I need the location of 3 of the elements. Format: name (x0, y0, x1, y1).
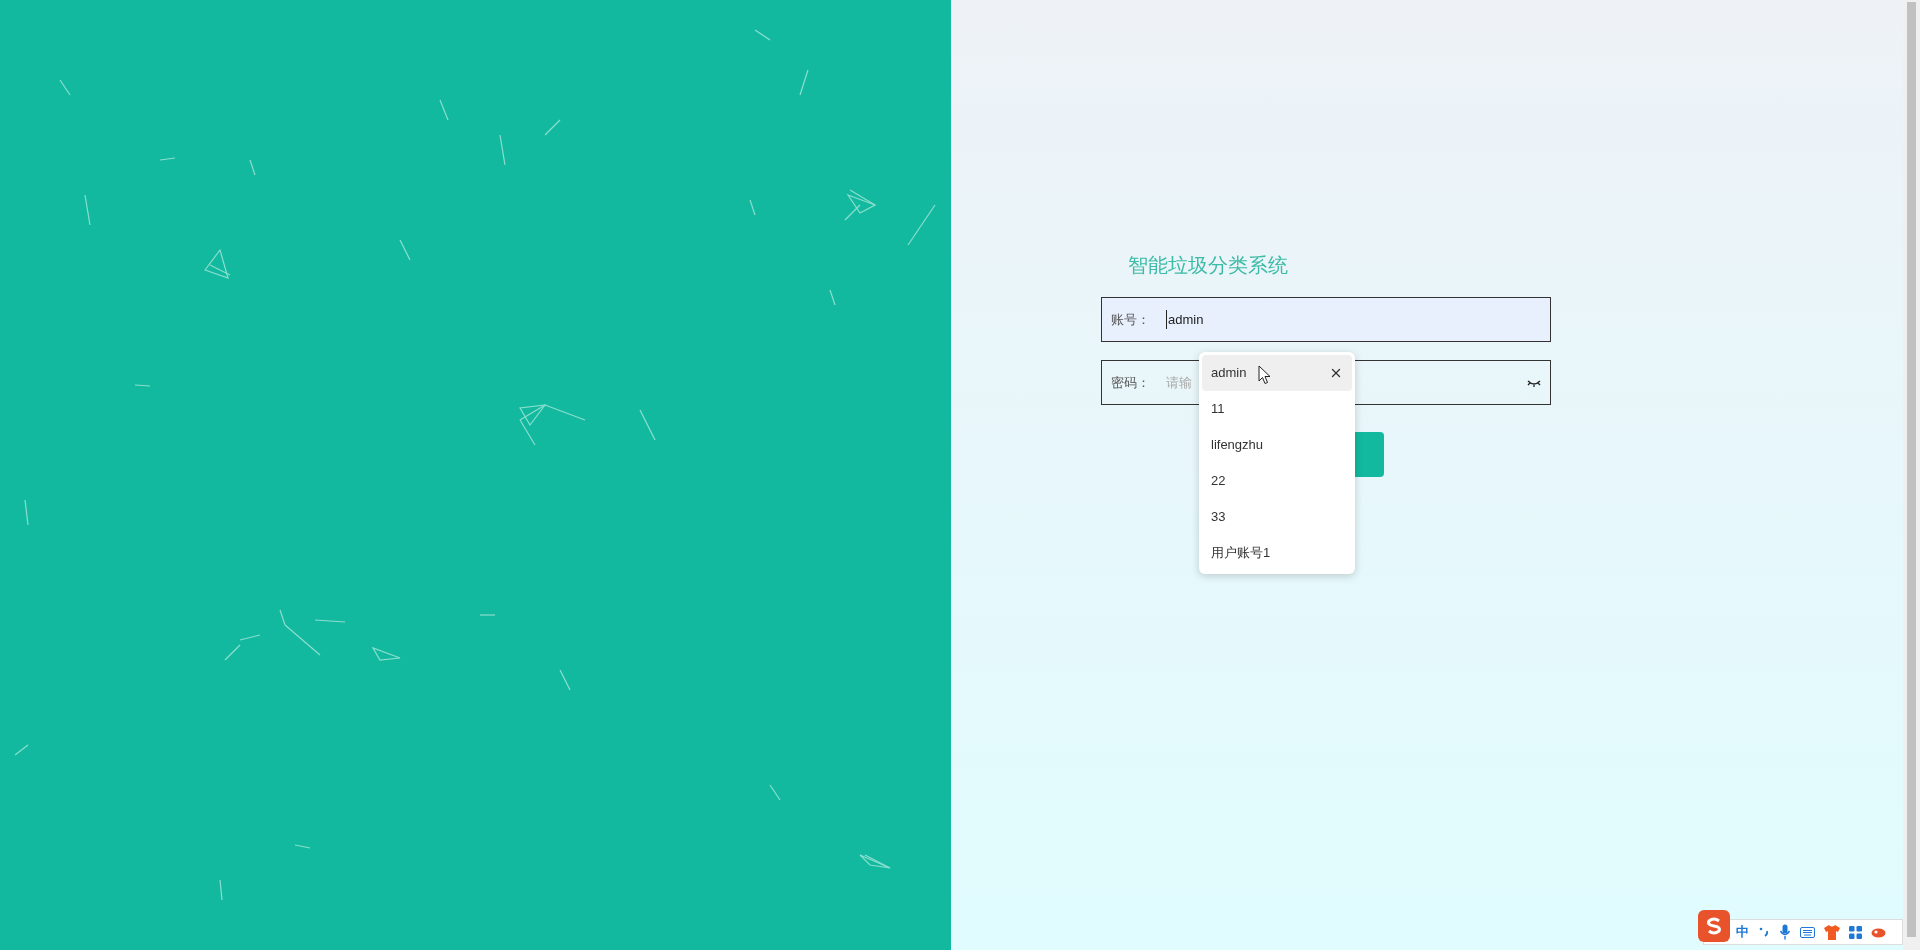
page-title: 智能垃圾分类系统 (1128, 253, 1288, 278)
field-label: 账号： (1111, 310, 1151, 329)
field-label: 密码： (1111, 373, 1151, 392)
